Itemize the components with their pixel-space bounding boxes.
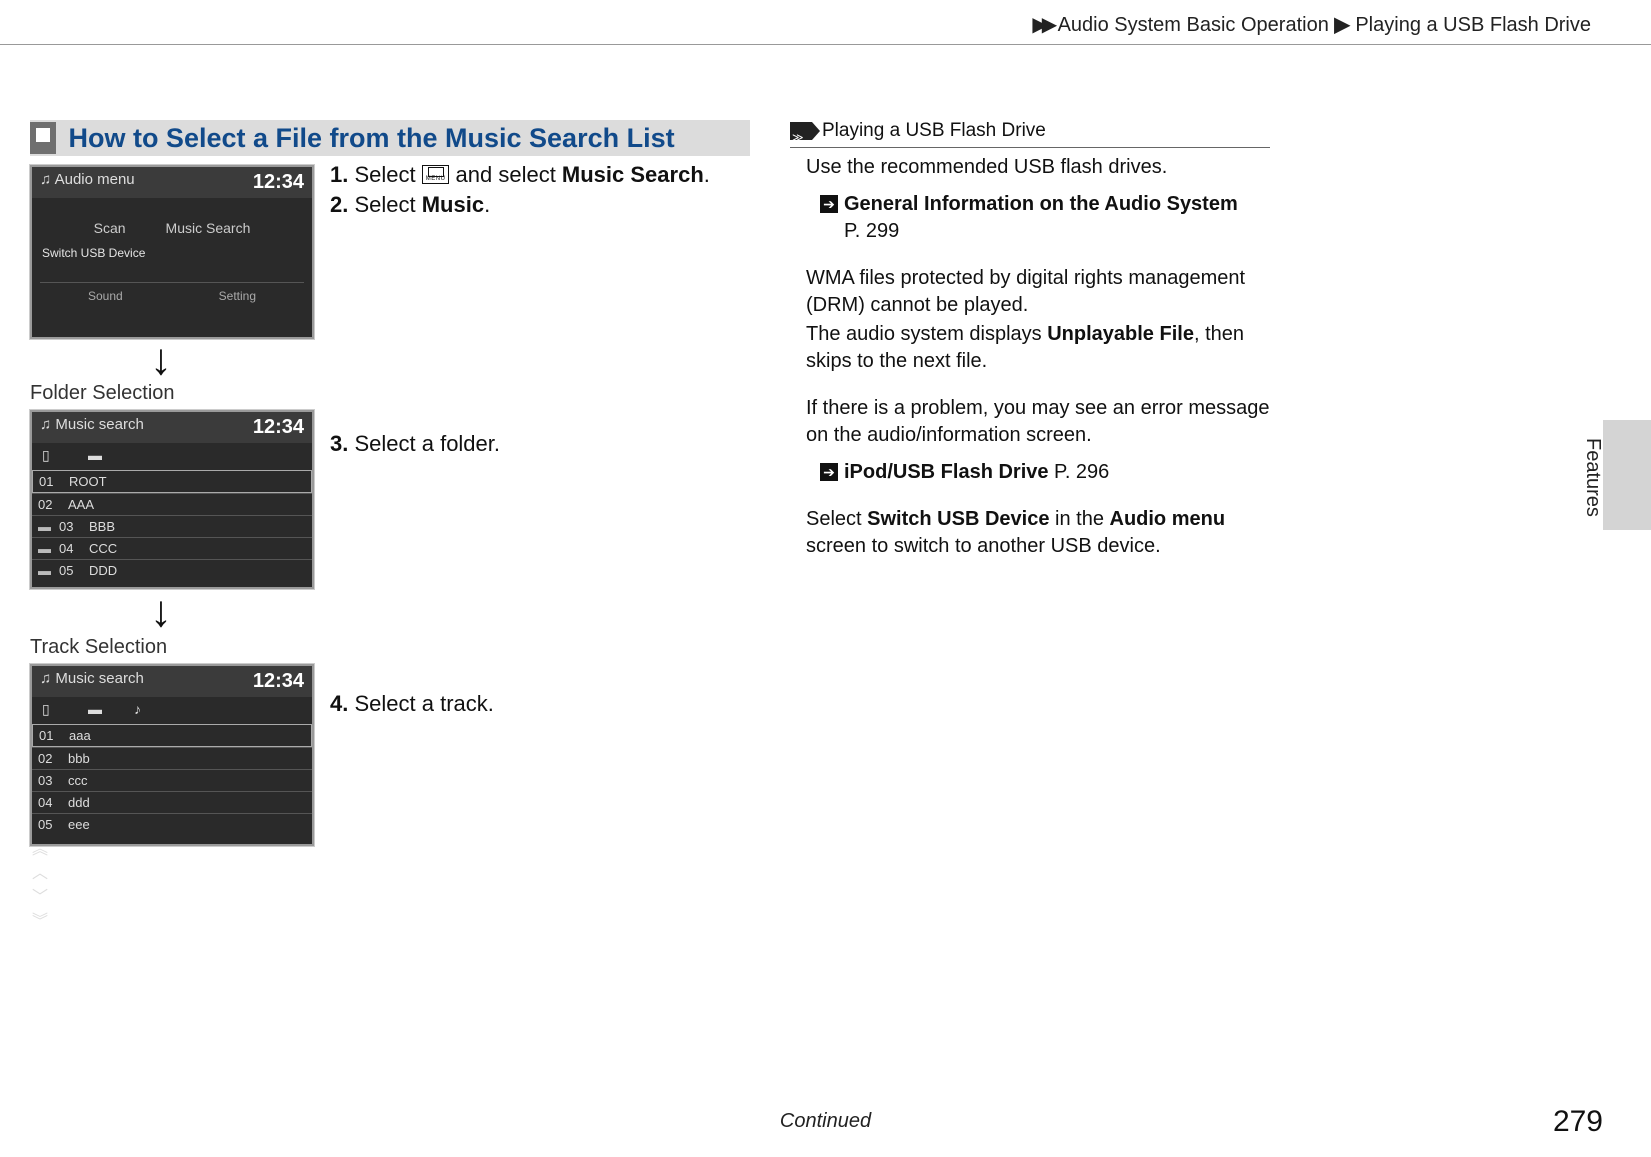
tab-folder-icon[interactable]: ▬ <box>88 447 104 464</box>
top-rule <box>0 44 1651 45</box>
audio-menu-title: ♫ Audio menu <box>40 171 135 194</box>
scan-button[interactable]: Scan <box>94 220 126 236</box>
down-arrow-icon: ↓ <box>150 338 172 382</box>
sidebar-info: ≫ Playing a USB Flash Drive Use the reco… <box>790 118 1270 570</box>
breadcrumb-level1: Audio System Basic Operation <box>1058 14 1329 36</box>
sidebar-para-2b: The audio system displays Unplayable Fil… <box>806 321 1270 375</box>
section-title: How to Select a File from the Music Sear… <box>68 123 674 153</box>
folder-icon: ▬ <box>38 519 51 534</box>
tab-folder-icon[interactable]: ▬ <box>88 701 104 718</box>
tab-root-icon[interactable]: ▯ <box>42 447 58 464</box>
scroll-page-down-icon[interactable]: ︾ <box>32 907 312 931</box>
folder-row[interactable]: ▬05DDD <box>32 559 312 581</box>
section-heading: How to Select a File from the Music Sear… <box>30 120 750 156</box>
music-search-time: 12:34 <box>253 416 304 439</box>
reference-arrow-icon: ➔ <box>820 463 838 481</box>
sidebar-para-3: If there is a problem, you may see an er… <box>806 395 1270 449</box>
breadcrumb-level2: Playing a USB Flash Drive <box>1355 14 1591 36</box>
sidebar-ref-2: ➔ iPod/USB Flash Drive P. 296 <box>820 459 1270 486</box>
features-side-tab: Features <box>1603 420 1651 530</box>
screenshot-track-selection: ♫ Music search 12:34 ▯ ▬ ♪ 01aaa 02bbb 0… <box>30 664 314 846</box>
folder-icon: ▬ <box>38 541 51 556</box>
track-row[interactable]: 04ddd <box>32 791 312 813</box>
folder-selection-caption: Folder Selection <box>30 382 175 405</box>
breadcrumb-separator-icon: ▶ <box>1334 14 1349 36</box>
setting-button[interactable]: Setting <box>219 289 256 303</box>
audio-menu-time: 12:34 <box>253 171 304 194</box>
instruction-steps: 1. Select MENU and select Music Search. … <box>330 160 750 719</box>
music-search-title: ♫ Music search <box>40 670 144 693</box>
folder-row[interactable]: ▬04CCC <box>32 537 312 559</box>
screenshot-audio-menu: ♫ Audio menu 12:34 Scan Music Search Swi… <box>30 165 314 339</box>
features-label: Features <box>1581 438 1604 517</box>
page-number: 279 <box>1553 1105 1603 1139</box>
track-row[interactable]: 03ccc <box>32 769 312 791</box>
step-2: 2. Select Music. <box>330 190 750 220</box>
menu-icon: MENU <box>422 165 450 184</box>
screenshot-folder-selection: ♫ Music search 12:34 ▯ ▬ 01ROOT 02AAA ▬0… <box>30 410 314 589</box>
step-4: 4. Select a track. <box>330 689 750 719</box>
sidebar-para-2a: WMA files protected by digital rights ma… <box>806 265 1270 319</box>
sidebar-flag-icon: ≫ <box>790 122 812 140</box>
music-search-time: 12:34 <box>253 670 304 693</box>
step-3: 3. Select a folder. <box>330 429 750 459</box>
sidebar-para-4: Select Switch USB Device in the Audio me… <box>806 506 1270 560</box>
track-row[interactable]: 05eee <box>32 813 312 835</box>
folder-icon: ▬ <box>38 563 51 578</box>
switch-usb-device-button[interactable]: Switch USB Device <box>42 246 304 260</box>
down-arrow-icon: ↓ <box>150 590 172 634</box>
sidebar-header-title: Playing a USB Flash Drive <box>822 118 1046 144</box>
reference-arrow-icon: ➔ <box>820 195 838 213</box>
folder-row[interactable]: ▬03BBB <box>32 515 312 537</box>
track-row[interactable]: 02bbb <box>32 747 312 769</box>
music-search-button[interactable]: Music Search <box>166 220 251 236</box>
scroll-page-up-icon[interactable]: ︽ <box>32 835 312 859</box>
scroll-down-icon[interactable]: ﹀ <box>32 883 312 907</box>
folder-row[interactable]: 01ROOT <box>32 470 312 493</box>
breadcrumb: ▶▶ Audio System Basic Operation ▶ Playin… <box>0 12 1651 37</box>
sidebar-para-1: Use the recommended USB flash drives. <box>806 154 1270 181</box>
section-marker-icon <box>30 122 56 154</box>
step-1: 1. Select MENU and select Music Search. <box>330 160 750 190</box>
tab-root-icon[interactable]: ▯ <box>42 701 58 718</box>
sidebar-ref-1: ➔ General Information on the Audio Syste… <box>820 191 1270 245</box>
folder-row[interactable]: 02AAA <box>32 493 312 515</box>
sound-button[interactable]: Sound <box>88 289 123 303</box>
track-selection-caption: Track Selection <box>30 636 167 659</box>
tab-track-icon[interactable]: ♪ <box>134 701 150 718</box>
breadcrumb-arrow-icon: ▶▶ <box>1032 14 1051 36</box>
scroll-up-icon[interactable]: ︿ <box>32 859 312 883</box>
continued-label: Continued <box>0 1110 1651 1133</box>
music-search-title: ♫ Music search <box>40 416 144 439</box>
sidebar-header: ≫ Playing a USB Flash Drive <box>790 118 1270 148</box>
track-row[interactable]: 01aaa <box>32 724 312 747</box>
